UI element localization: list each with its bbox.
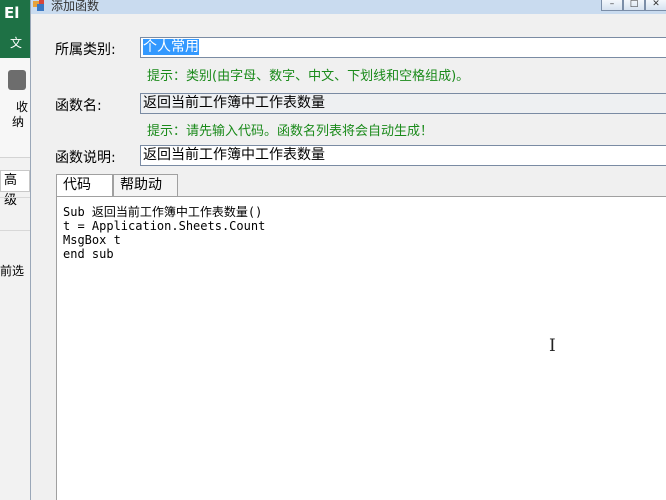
background-file-tab[interactable]: 文: [10, 34, 22, 51]
code-line: end sub: [63, 247, 114, 261]
background-app-logo: El: [4, 4, 20, 22]
category-hint: 提示：类别(由字母、数字、中文、下划线和空格组成)。: [147, 69, 470, 84]
description-label: 函数说明:: [55, 150, 116, 166]
briefcase-icon[interactable]: [8, 70, 26, 90]
tab-code[interactable]: 代码: [56, 174, 113, 197]
code-text: Sub 返回当前工作簿中工作表数量() t = Application.Sheet…: [63, 205, 265, 261]
function-name-combobox[interactable]: 返回当前工作簿中工作表数量: [140, 93, 666, 114]
add-function-dialog: 添加函数 – □ ✕ 所属类别: 个人常用 提示：类别(由字母、数字、中文、下划…: [30, 0, 666, 500]
code-line: MsgBox t: [63, 233, 121, 247]
app-window-icon: [33, 0, 45, 12]
category-selected-text: 个人常用: [143, 39, 199, 55]
description-input[interactable]: 返回当前工作簿中工作表数量: [140, 145, 666, 166]
minimize-button[interactable]: –: [601, 0, 623, 11]
divider: [0, 230, 30, 231]
category-input[interactable]: 个人常用: [140, 37, 666, 58]
window-title: 添加函数: [51, 0, 100, 13]
code-line: t = Application.Sheets.Count: [63, 219, 266, 233]
background-app: El 文 收 纳 高级 前选: [0, 0, 30, 500]
title-bar[interactable]: 添加函数 – □ ✕: [31, 0, 666, 14]
close-button[interactable]: ✕: [645, 0, 666, 11]
tab-help-animation[interactable]: 帮助动画: [113, 174, 178, 213]
divider: [0, 197, 30, 198]
code-editor[interactable]: Sub 返回当前工作簿中工作表数量() t = Application.Sheet…: [56, 196, 666, 500]
code-line: Sub 返回当前工作簿中工作表数量(): [63, 205, 263, 219]
background-ribbon-label: 纳: [12, 115, 25, 129]
maximize-button[interactable]: □: [623, 0, 645, 11]
category-label: 所属类别:: [55, 42, 116, 58]
background-advanced-tab[interactable]: 高级: [0, 170, 30, 208]
text-cursor-icon: I: [549, 336, 556, 356]
background-text: 前选: [0, 264, 25, 278]
function-name-label: 函数名:: [55, 98, 102, 114]
function-name-hint: 提示：请先输入代码。函数名列表将会自动生成！: [147, 124, 434, 139]
